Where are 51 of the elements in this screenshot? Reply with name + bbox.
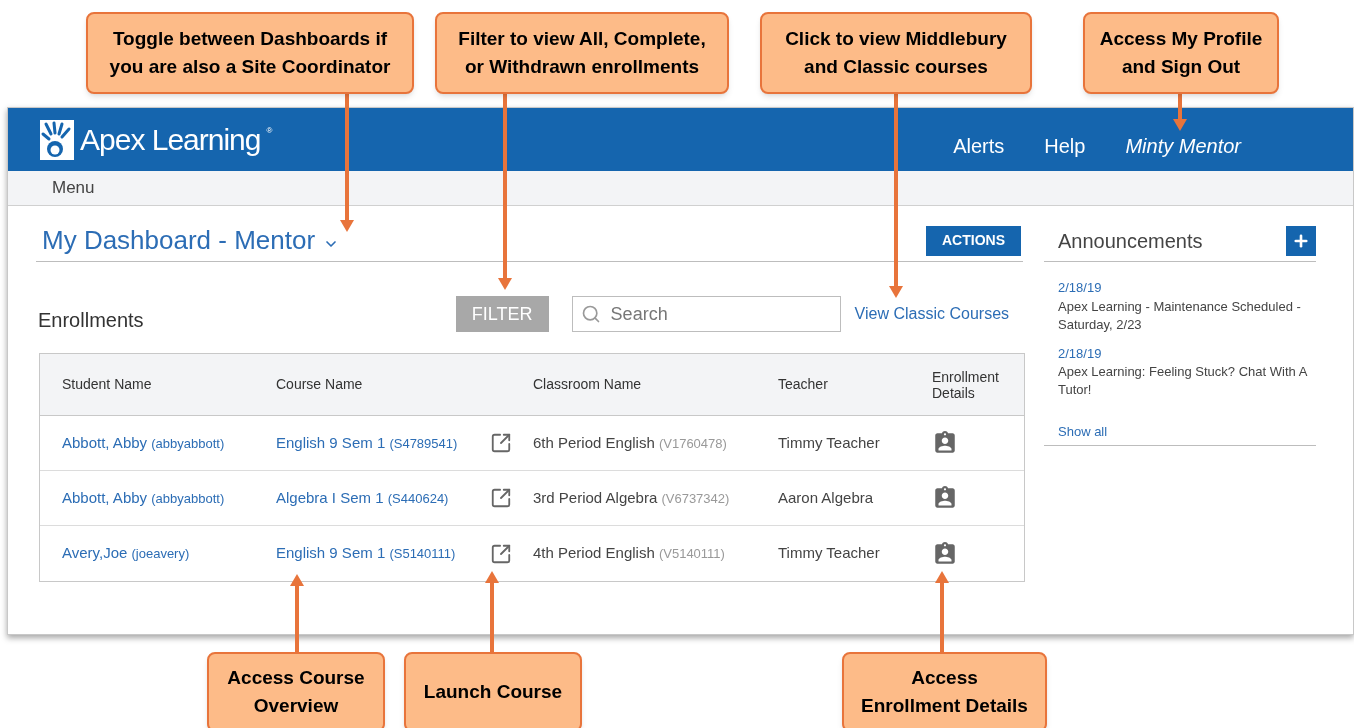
brand-name: Apex Learning (80, 122, 261, 158)
dashboard-switcher[interactable]: My Dashboard - Mentor (42, 221, 340, 260)
enrollment-details-icon[interactable] (932, 485, 958, 511)
student-link[interactable]: Abbott, Abby (abbyabbott) (40, 486, 276, 510)
search-icon (580, 304, 601, 324)
callout-note: Filter to view All, Complete, or Withdrawn enrollments (435, 12, 729, 94)
enrollment-details-icon[interactable] (932, 430, 958, 456)
teacher-cell-text: Timmy Teacher (778, 432, 881, 453)
column-header: Classroom Name (533, 375, 643, 394)
student-link[interactable]: Avery,Joe (joeavery) (40, 542, 276, 565)
announcements-title: Announcements (1057, 228, 1203, 254)
nav-link[interactable]: Help (1044, 130, 1086, 161)
menu-button[interactable]: Menu (52, 175, 95, 201)
column-header: Course Name (276, 375, 364, 394)
enrollment-details-icon[interactable] (932, 540, 958, 567)
classic-courses-link[interactable]: View Classic Courses (854, 302, 1010, 326)
announcement-date: 2/18/19 (1058, 279, 1103, 297)
callout-note: Access Course Overview (207, 652, 385, 728)
nav-link[interactable]: Alerts (953, 130, 1005, 161)
callout-note: Access Enrollment Details (842, 652, 1047, 728)
actions-button[interactable]: ACTIONS (926, 225, 1021, 256)
callout-note: Toggle between Dashboards if you are also a Site Coordinator (86, 12, 414, 94)
classroom-cell-text: 3rd Period Algebra (V6737342) (533, 487, 731, 508)
column-header: Teacher (778, 375, 829, 394)
course-link[interactable]: English 9 Sem 1 (S5140111) (276, 542, 484, 565)
announcement-date: 2/18/19 (1058, 344, 1103, 363)
classroom-cell-text: 4th Period English (V5140111) (533, 543, 726, 564)
callout-note: Click to view Middlebury and Classic courses (760, 12, 1032, 94)
student-link[interactable]: Abbott, Abby (abbyabbott) (40, 431, 276, 455)
teacher-cell-text: Aaron Algebra (778, 487, 875, 508)
announcement-text[interactable]: Apex Learning - Maintenance Scheduled - Saturday, 2/23 (1058, 297, 1316, 334)
show-all-link[interactable]: Show all (1058, 424, 1108, 439)
callout-note: Launch Course (404, 652, 582, 728)
add-button[interactable] (1286, 225, 1316, 256)
callout-note: Access My Profile and Sign Out (1083, 12, 1279, 94)
user-menu-link[interactable]: Minty Mentor (1125, 130, 1241, 161)
announcement-text[interactable]: Apex Learning: Feeling Stuck? Chat With A Tutor! (1058, 363, 1316, 399)
teacher-cell-text: Timmy Teacher (778, 543, 881, 564)
launch-icon[interactable] (490, 542, 512, 565)
launch-icon[interactable] (490, 487, 512, 509)
callout-arrow (1173, 94, 1187, 131)
classroom-cell-text: 6th Period English (V1760478) (533, 432, 728, 453)
logo-icon (40, 119, 74, 160)
course-link[interactable]: English 9 Sem 1 (S4789541) (276, 431, 484, 455)
launch-icon[interactable] (490, 432, 512, 454)
trademark-mark: ® (266, 125, 273, 137)
search-field[interactable]: Search (571, 296, 841, 332)
column-header: Student Name (61, 375, 153, 394)
course-link[interactable]: Algebra I Sem 1 (S440624) (276, 486, 484, 510)
column-header: Enrollment Details (932, 368, 1000, 401)
section-title: Enrollments (37, 308, 144, 333)
